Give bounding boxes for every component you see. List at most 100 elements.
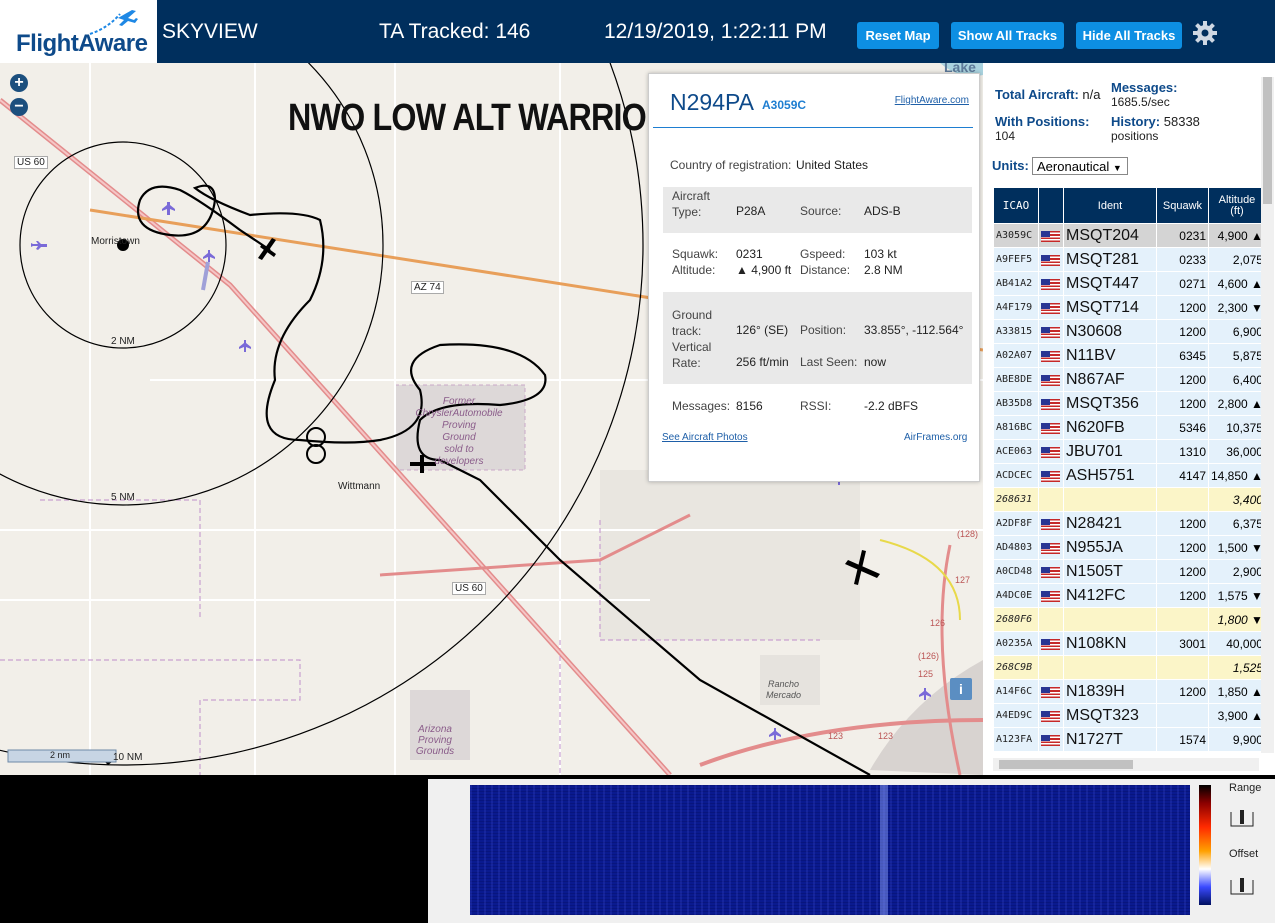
cell-ident: N1727T bbox=[1063, 727, 1157, 752]
flightaware-logo[interactable]: FlightAware bbox=[0, 0, 157, 63]
selected-flight-id: N294PA bbox=[670, 89, 754, 115]
aircraft-row[interactable]: A3059C MSQT204 0231 4,900 ▲ bbox=[993, 223, 1266, 248]
reset-map-button[interactable]: Reset Map bbox=[857, 22, 939, 49]
aircraft-row[interactable]: AD4803 N955JA 1200 1,500 ▼ bbox=[993, 535, 1266, 560]
waterfall-signal bbox=[880, 785, 888, 915]
aircraft-row[interactable]: A2DF8F N28421 1200 6,375 bbox=[993, 511, 1266, 536]
route-123b-label: 123 bbox=[878, 731, 894, 741]
us-flag-icon bbox=[1041, 735, 1060, 747]
aircraft-row[interactable]: A0CD48 N1505T 1200 2,900 bbox=[993, 559, 1266, 584]
ring-5nm-label: 5 NM bbox=[111, 492, 135, 503]
aircraft-type-value: P28A bbox=[736, 204, 766, 218]
cell-ident: N108KN bbox=[1063, 631, 1157, 656]
cell-icao: A33815 bbox=[993, 319, 1039, 344]
cell-altitude: 6,900 bbox=[1208, 319, 1266, 344]
aircraft-photos-link[interactable]: See Aircraft Photos bbox=[662, 432, 748, 443]
col-squawk[interactable]: Squawk bbox=[1156, 187, 1209, 224]
selected-hex-code[interactable]: A3059C bbox=[762, 98, 806, 112]
cell-ident: N867AF bbox=[1063, 367, 1157, 392]
aircraft-row[interactable]: 268631 3,400 bbox=[993, 487, 1266, 512]
cell-altitude: 1,800 ▼ bbox=[1208, 607, 1266, 632]
us60-shield-west: US 60 bbox=[14, 156, 48, 169]
cell-flag bbox=[1038, 487, 1064, 512]
col-icao[interactable]: ICAO bbox=[993, 187, 1039, 224]
cell-icao: ABE8DE bbox=[993, 367, 1039, 392]
sidebar-horizontal-scrollbar[interactable] bbox=[993, 758, 1259, 771]
waterfall-colorbar bbox=[1199, 785, 1211, 905]
col-flag[interactable] bbox=[1038, 187, 1064, 224]
cell-icao: A14F6C bbox=[993, 679, 1039, 704]
cell-ident: N11BV bbox=[1063, 343, 1157, 368]
map-info-button[interactable]: i bbox=[950, 678, 972, 700]
hide-all-tracks-button[interactable]: Hide All Tracks bbox=[1076, 22, 1182, 49]
col-altitude[interactable]: Altitude (ft) bbox=[1208, 187, 1266, 224]
cell-ident: N412FC bbox=[1063, 583, 1157, 608]
cell-squawk: 1200 bbox=[1156, 391, 1209, 416]
cell-altitude: 2,075 bbox=[1208, 247, 1266, 272]
zoom-out-button[interactable]: − bbox=[10, 98, 28, 116]
col-ident[interactable]: Ident bbox=[1063, 187, 1157, 224]
show-all-tracks-button[interactable]: Show All Tracks bbox=[951, 22, 1064, 49]
aircraft-row[interactable]: AB35D8 MSQT356 1200 2,800 ▲ bbox=[993, 391, 1266, 416]
aircraft-row[interactable]: 268C9B 1,525 bbox=[993, 655, 1266, 680]
cell-squawk: 1200 bbox=[1156, 535, 1209, 560]
cell-icao: AD4803 bbox=[993, 535, 1039, 560]
country-label: Country of registration: bbox=[670, 158, 792, 172]
distance-label: Distance: bbox=[800, 263, 851, 277]
aircraft-row[interactable]: A4DC0E N412FC 1200 1,575 ▼ bbox=[993, 583, 1266, 608]
cell-icao: A9FEF5 bbox=[993, 247, 1039, 272]
sidebar-vertical-scrollbar[interactable] bbox=[1261, 77, 1274, 753]
aircraft-row[interactable]: A33815 N30608 1200 6,900 bbox=[993, 319, 1266, 344]
cell-flag bbox=[1038, 439, 1064, 464]
aircraft-row[interactable]: A9FEF5 MSQT281 0233 2,075 bbox=[993, 247, 1266, 272]
route-128-label: (128) bbox=[957, 529, 979, 539]
gear-icon[interactable] bbox=[1192, 20, 1218, 46]
cell-ident: ASH5751 bbox=[1063, 463, 1157, 488]
cell-altitude: 4,900 ▲ bbox=[1208, 223, 1266, 248]
arizona-proving-label: Arizona Proving Grounds bbox=[415, 724, 455, 757]
aircraft-row[interactable]: A0235A N108KN 3001 40,000 bbox=[993, 631, 1266, 656]
units-select[interactable]: Aeronautical ▼ bbox=[1032, 157, 1128, 175]
gspeed-label: Gspeed: bbox=[800, 247, 846, 261]
offset-slider[interactable] bbox=[1229, 876, 1255, 898]
us-flag-icon bbox=[1041, 399, 1060, 411]
messages-rate-label: Messages: bbox=[1111, 80, 1178, 95]
cell-icao: A02A07 bbox=[993, 343, 1039, 368]
cell-squawk: 3001 bbox=[1156, 631, 1209, 656]
aircraft-row[interactable]: 2680F6 1,800 ▼ bbox=[993, 607, 1266, 632]
aircraft-row[interactable]: A4F179 MSQT714 1200 2,300 ▼ bbox=[993, 295, 1266, 320]
cell-flag bbox=[1038, 583, 1064, 608]
cell-ident: N28421 bbox=[1063, 511, 1157, 536]
aircraft-row[interactable]: A4ED9C MSQT323 3,900 ▲ bbox=[993, 703, 1266, 728]
altitude-label: Altitude: bbox=[672, 263, 716, 277]
aircraft-type-label: Aircraft Type: bbox=[672, 189, 711, 219]
cell-icao: 2680F6 bbox=[993, 607, 1039, 632]
airframes-link[interactable]: AirFrames.org bbox=[904, 432, 967, 443]
cell-icao: A0CD48 bbox=[993, 559, 1039, 584]
cell-altitude: 1,850 ▲ bbox=[1208, 679, 1266, 704]
cell-ident bbox=[1063, 487, 1157, 512]
aircraft-row[interactable]: A14F6C N1839H 1200 1,850 ▲ bbox=[993, 679, 1266, 704]
waterfall-display bbox=[470, 785, 1190, 915]
aircraft-row[interactable]: ACDCEC ASH5751 4147 14,850 ▲ bbox=[993, 463, 1266, 488]
history-value: 58338 bbox=[1163, 114, 1200, 129]
former-chrysler-label: Former ChryslerAutomobile Proving Ground… bbox=[415, 396, 503, 467]
aircraft-row[interactable]: A123FA N1727T 1574 9,900 bbox=[993, 727, 1266, 752]
aircraft-row[interactable]: ACE063 JBU701 1310 36,000 bbox=[993, 439, 1266, 464]
total-aircraft-label: Total Aircraft: n/a bbox=[995, 87, 1101, 102]
aircraft-row[interactable]: AB41A2 MSQT447 0271 4,600 ▲ bbox=[993, 271, 1266, 296]
zoom-in-button[interactable]: + bbox=[10, 74, 28, 92]
aircraft-row[interactable]: A816BC N620FB 5346 10,375 bbox=[993, 415, 1266, 440]
cell-icao: ACE063 bbox=[993, 439, 1039, 464]
aircraft-row[interactable]: ABE8DE N867AF 1200 6,400 bbox=[993, 367, 1266, 392]
cell-ident: N1839H bbox=[1063, 679, 1157, 704]
us-flag-icon bbox=[1041, 711, 1060, 723]
rancho-mercado-label: Rancho Mercado bbox=[766, 679, 802, 700]
aircraft-row[interactable]: A02A07 N11BV 6345 5,875 bbox=[993, 343, 1266, 368]
cell-ident: N30608 bbox=[1063, 319, 1157, 344]
cell-altitude: 5,875 bbox=[1208, 343, 1266, 368]
range-slider[interactable] bbox=[1229, 808, 1255, 830]
total-aircraft-value: n/a bbox=[1082, 87, 1101, 102]
cell-ident: N620FB bbox=[1063, 415, 1157, 440]
flightaware-link[interactable]: FlightAware.com bbox=[895, 95, 969, 106]
